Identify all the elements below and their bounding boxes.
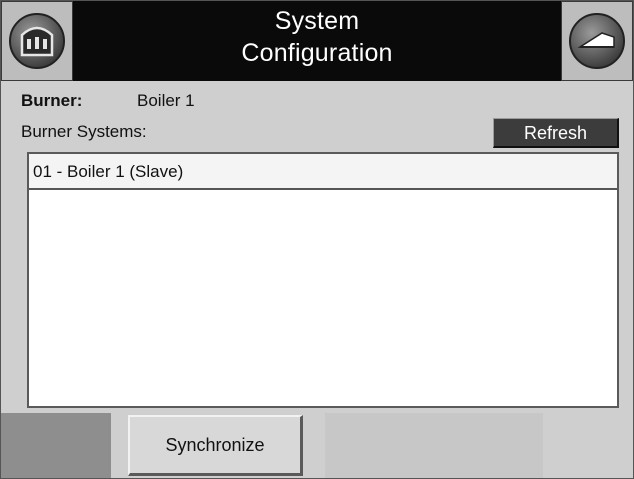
burner-systems-list[interactable]: 01 - Boiler 1 (Slave) [27,152,619,408]
burner-row: Burner: Boiler 1 [21,91,195,111]
burner-value: Boiler 1 [137,91,195,110]
back-button[interactable] [561,1,633,81]
footer-panel-left [1,413,111,478]
home-icon [9,13,65,69]
burner-label: Burner: [21,91,83,110]
page-title-line-1: System [274,7,360,35]
footer-panel-mid [325,413,543,478]
page-title-line-2: Configuration [241,39,393,67]
system-configuration-screen: System Configuration Burner: Boiler 1 Bu… [0,0,634,479]
synchronize-button[interactable]: Synchronize [128,415,303,476]
back-icon [569,13,625,69]
page-title: System Configuration [151,5,483,69]
header-bar: System Configuration [1,1,633,81]
home-button[interactable] [1,1,73,81]
refresh-button[interactable]: Refresh [493,118,619,148]
list-item[interactable]: 01 - Boiler 1 (Slave) [29,154,617,190]
burner-systems-label: Burner Systems: [21,122,147,141]
